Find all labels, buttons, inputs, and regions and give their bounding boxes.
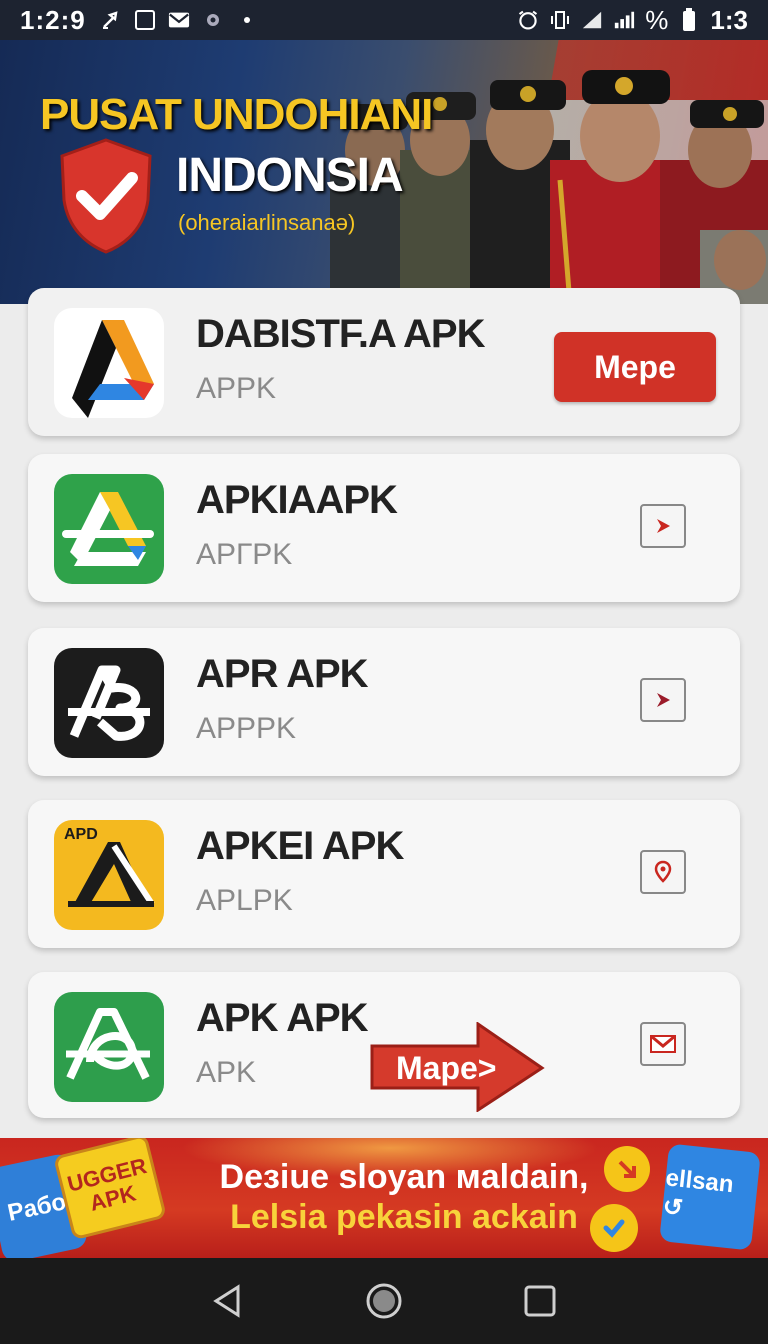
hero-banner: PUSAT UNDOHIANI INDONSIA (oheraiarlinsan… bbox=[0, 40, 768, 304]
more-notifications-icon bbox=[236, 9, 258, 31]
screen: 1:2:9 % 1:3 PUSAT UNDOHIANI INDONSIA (oh… bbox=[0, 0, 768, 1344]
play-arrow-icon[interactable] bbox=[640, 678, 686, 722]
app-name: APR APK bbox=[196, 652, 369, 696]
app-notification-icon bbox=[134, 9, 156, 31]
app-card[interactable]: DABISTF.A APK APPK Mepe bbox=[28, 288, 740, 436]
app-name: APKEI APK bbox=[196, 824, 404, 868]
big-arrow-label: Mape> bbox=[396, 1050, 497, 1086]
shield-check-icon bbox=[60, 138, 152, 254]
google-drive-like-icon bbox=[54, 308, 164, 418]
app-name: DABISTF.A APK bbox=[196, 312, 485, 356]
alarm-icon bbox=[517, 9, 539, 31]
drive-green-icon bbox=[54, 474, 164, 584]
app-card[interactable]: APK APK APK Mape> bbox=[28, 972, 740, 1118]
ab-logo-icon bbox=[54, 648, 164, 758]
vibrate-icon bbox=[549, 9, 571, 31]
app-name: APKIAAPK bbox=[196, 478, 398, 522]
status-bar: 1:2:9 % 1:3 bbox=[0, 0, 768, 40]
app-card[interactable]: APKIAAPK APГPK bbox=[28, 454, 740, 602]
play-arrow-icon[interactable] bbox=[640, 504, 686, 548]
ad-banner[interactable]: Paбo UGGER APK Deɜiue sloyan мaldain, Le… bbox=[0, 1138, 768, 1258]
usb-icon bbox=[100, 9, 122, 31]
ad-subline: Lelsia pekasin ackain bbox=[230, 1198, 578, 1236]
app-card[interactable]: APD APKEI APK APLPK bbox=[28, 800, 740, 948]
ad-badge-right[interactable]: ellsan ↺ bbox=[659, 1143, 761, 1251]
hero-subtitle: INDONSIA bbox=[176, 149, 404, 202]
mail-notification-icon bbox=[168, 9, 190, 31]
app-subtitle: APPPK bbox=[196, 712, 297, 745]
home-icon[interactable] bbox=[362, 1279, 406, 1323]
back-icon[interactable] bbox=[206, 1279, 250, 1323]
app-subtitle: APLPK bbox=[196, 884, 293, 917]
status-system-icons: % 1:3 bbox=[517, 5, 748, 36]
arrow-badge-icon bbox=[604, 1146, 650, 1192]
navigation-bar bbox=[0, 1258, 768, 1344]
app-card[interactable]: APR APK APPPK bbox=[28, 628, 740, 776]
hero-tagline: (oheraiarlinsanaǝ) bbox=[178, 210, 356, 235]
battery-percent: % bbox=[645, 4, 669, 35]
status-time: 1:2:9 bbox=[20, 4, 86, 35]
status-notification-icons bbox=[100, 9, 258, 31]
ad-headline: Deɜiue sloyan мaldain, bbox=[219, 1158, 589, 1196]
wifi-icon bbox=[581, 9, 603, 31]
apd-logo-icon: APD bbox=[54, 820, 164, 930]
hero-title: PUSAT UNDOHIANI bbox=[40, 90, 433, 139]
check-badge-icon bbox=[590, 1204, 638, 1252]
location-pin-icon[interactable] bbox=[640, 850, 686, 894]
app-name: APK APK bbox=[196, 996, 369, 1040]
apd-icon-text: APD bbox=[64, 826, 98, 843]
app-subtitle: APГPK bbox=[196, 538, 293, 571]
recents-icon[interactable] bbox=[518, 1279, 562, 1323]
app-subtitle: APK bbox=[196, 1056, 257, 1089]
a-green-logo-icon bbox=[54, 992, 164, 1102]
mail-icon[interactable] bbox=[640, 1022, 686, 1066]
signal-icon bbox=[613, 9, 635, 31]
app-subtitle: APPK bbox=[196, 372, 277, 405]
open-button[interactable]: Mepe bbox=[554, 332, 716, 402]
status-time-right: 1:3 bbox=[710, 4, 748, 35]
settings-star-icon bbox=[202, 9, 224, 31]
battery-icon bbox=[678, 8, 700, 31]
